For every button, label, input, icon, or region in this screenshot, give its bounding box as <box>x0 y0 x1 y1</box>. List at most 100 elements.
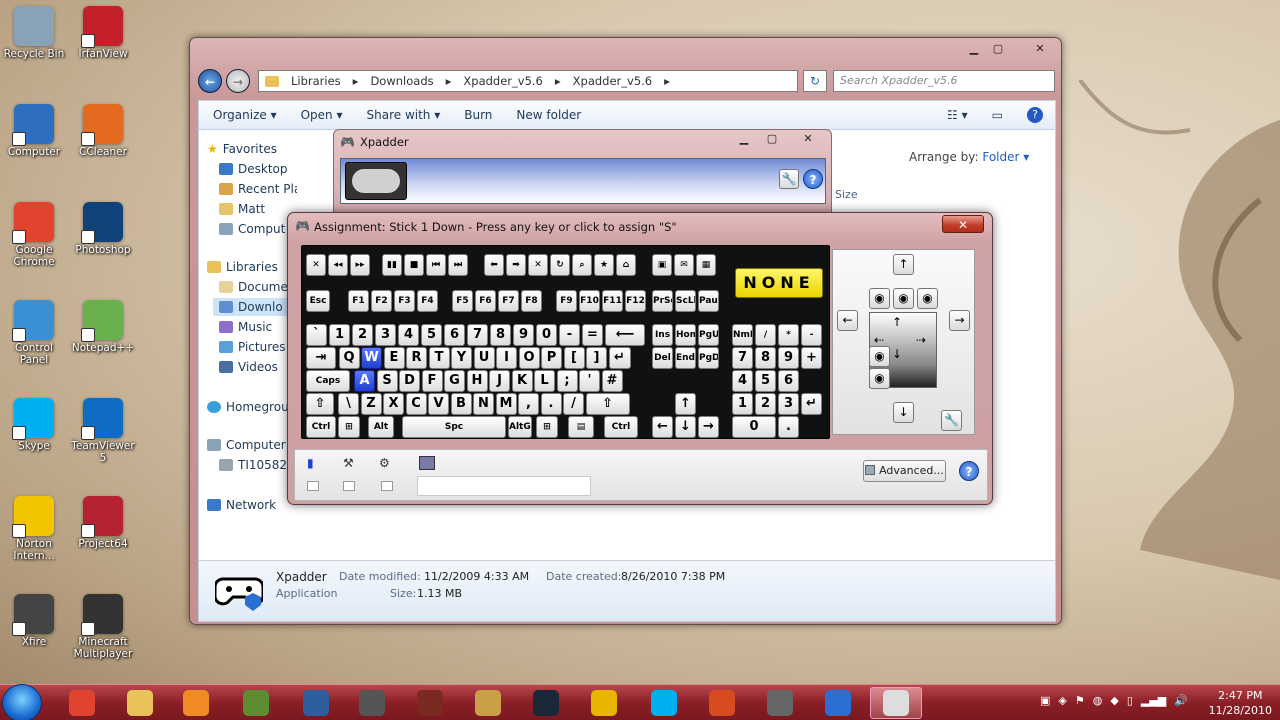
key-row2-6[interactable]: Y <box>451 347 472 369</box>
nav-favorites[interactable]: ★ Favorites <box>207 140 277 158</box>
desktop-icon-7[interactable]: Notepad++ <box>70 300 136 354</box>
key-row2-10[interactable]: P <box>541 347 562 369</box>
numpad-0[interactable]: 0 <box>732 416 776 438</box>
desktop-icon-6[interactable]: Control Panel <box>1 300 67 366</box>
numpad-row4-1[interactable]: 2 <box>755 393 776 415</box>
key-row1-10[interactable]: 0 <box>536 324 557 346</box>
mouse-right-button[interactable]: ◉ <box>917 288 938 309</box>
desktop-icon-1[interactable]: IrfanView <box>70 6 136 60</box>
key-home[interactable]: Home <box>675 324 696 346</box>
key-row1-13[interactable]: ⟵ <box>605 324 645 346</box>
key-row3-11[interactable]: ' <box>579 370 600 392</box>
taskbar-steam-button[interactable] <box>520 687 572 719</box>
desktop-icon-4[interactable]: Google Chrome <box>1 202 67 268</box>
key-f9[interactable]: F9 <box>556 290 577 312</box>
numpad-row1-2[interactable]: * <box>778 324 799 346</box>
taskbar-chrome-button[interactable] <box>56 687 108 719</box>
numpad-row3-0[interactable]: 4 <box>732 370 753 392</box>
taskbar-app-flame-button[interactable] <box>696 687 748 719</box>
key-row3-12[interactable]: # <box>601 370 623 392</box>
share-with-button[interactable]: Share with ▾ <box>367 108 441 122</box>
size-column-header[interactable]: Size <box>835 188 858 201</box>
numpad-dot[interactable]: . <box>778 416 799 438</box>
clock[interactable]: 2:47 PM 11/28/2010 <box>1209 688 1272 718</box>
key-row4-11[interactable]: / <box>563 393 584 415</box>
xpadder-maximize-button[interactable]: ▢ <box>762 130 782 148</box>
view-options-icon[interactable]: ☷ ▾ <box>947 108 968 122</box>
key-row3-10[interactable]: ; <box>556 370 578 392</box>
key-esc[interactable]: Esc <box>306 290 330 312</box>
key-row5-5[interactable]: ⊞ <box>536 416 558 438</box>
media-key-2[interactable]: ▸▸ <box>350 254 370 276</box>
key-row4-2[interactable]: Z <box>360 393 382 415</box>
key-f7[interactable]: F7 <box>498 290 519 312</box>
key-row2-3[interactable]: E <box>383 347 405 369</box>
tray-gamepad-icon[interactable]: ◈ <box>1058 694 1066 707</box>
key-row4-12[interactable]: ⇧ <box>585 393 630 415</box>
explorer-minimize-button[interactable]: ▁ <box>964 40 984 58</box>
numpad-row1-3[interactable]: - <box>801 324 822 346</box>
key-row2-5[interactable]: T <box>428 347 450 369</box>
key-f10[interactable]: F10 <box>579 290 600 312</box>
key-arrow-left[interactable]: ← <box>652 416 673 438</box>
key-row1-6[interactable]: 6 <box>444 324 465 346</box>
key-row2-0[interactable]: ⇥ <box>306 347 336 369</box>
key-f4[interactable]: F4 <box>417 290 438 312</box>
refresh-icon[interactable]: ↻ <box>803 70 827 92</box>
key-row3-3[interactable]: D <box>399 370 420 392</box>
numpad-row1-0[interactable]: NmLk <box>732 324 753 346</box>
key-name-field[interactable] <box>417 476 591 496</box>
key-row4-0[interactable]: ⇧ <box>306 393 334 415</box>
desktop-icon-10[interactable]: Norton Intern... <box>1 496 67 562</box>
settings-wrench-icon[interactable]: 🔧 <box>779 169 799 189</box>
tray-app-icon[interactable]: ◍ <box>1093 694 1103 707</box>
key-row4-6[interactable]: B <box>450 393 472 415</box>
key-row1-8[interactable]: 8 <box>490 324 511 346</box>
desktop-icon-2[interactable]: Computer <box>1 104 67 158</box>
desktop-icon-5[interactable]: Photoshop <box>70 202 136 256</box>
preview-pane-icon[interactable]: ▭ <box>992 108 1003 122</box>
key-row1-1[interactable]: 1 <box>329 324 350 346</box>
key-f1[interactable]: F1 <box>348 290 369 312</box>
key-row3-8[interactable]: K <box>511 370 533 392</box>
key-row1-4[interactable]: 4 <box>398 324 419 346</box>
key-row4-9[interactable]: , <box>518 393 539 415</box>
numpad-row4-2[interactable]: 3 <box>778 393 799 415</box>
explorer-maximize-button[interactable]: ▢ <box>988 40 1008 58</box>
key-row4-4[interactable]: C <box>405 393 427 415</box>
key-row1-3[interactable]: 3 <box>375 324 396 346</box>
key-row3-0[interactable]: Caps <box>306 370 350 392</box>
key-row2-12[interactable]: ] <box>586 347 607 369</box>
key-f8[interactable]: F8 <box>521 290 542 312</box>
key-f2[interactable]: F2 <box>371 290 392 312</box>
burn-button[interactable]: Burn <box>464 108 492 122</box>
breadcrumb-downloads[interactable]: Downloads <box>370 74 433 88</box>
key-prsc[interactable]: PrSc <box>652 290 673 312</box>
gear-icon[interactable]: ⚙ <box>379 456 390 470</box>
key-row3-5[interactable]: G <box>444 370 465 392</box>
open-button[interactable]: Open ▾ <box>301 108 343 122</box>
nav-matt[interactable]: Matt <box>219 200 265 218</box>
key-end[interactable]: End <box>675 347 696 369</box>
taskbar-media-player-button[interactable] <box>170 687 222 719</box>
key-row2-9[interactable]: O <box>518 347 540 369</box>
battery-icon[interactable]: ▯ <box>1127 694 1133 707</box>
nav-videos[interactable]: Videos <box>219 358 278 376</box>
numpad-row4-3[interactable]: ↵ <box>801 393 822 415</box>
taskbar-app-tools-button[interactable] <box>754 687 806 719</box>
nav-music[interactable]: Music <box>219 318 272 336</box>
key-row5-7[interactable]: Ctrl <box>604 416 638 438</box>
key-row4-1[interactable]: \ <box>338 393 359 415</box>
controller-image[interactable] <box>345 162 407 200</box>
nav-network[interactable]: Network <box>207 496 276 514</box>
tray-blue-icon[interactable]: ▣ <box>1040 694 1050 707</box>
taskbar-app-v-button[interactable] <box>578 687 630 719</box>
tray-shield-icon[interactable]: ◆ <box>1110 694 1118 707</box>
key-f3[interactable]: F3 <box>394 290 415 312</box>
key-row2-2[interactable]: W <box>361 347 382 369</box>
breadcrumb-xpadder-parent[interactable]: Xpadder_v5.6 <box>463 74 542 88</box>
media-key-15[interactable]: ✉ <box>674 254 694 276</box>
nav-computer[interactable]: Computer <box>207 436 286 454</box>
media-key-0[interactable]: ✕ <box>306 254 326 276</box>
key-row4-7[interactable]: N <box>473 393 494 415</box>
